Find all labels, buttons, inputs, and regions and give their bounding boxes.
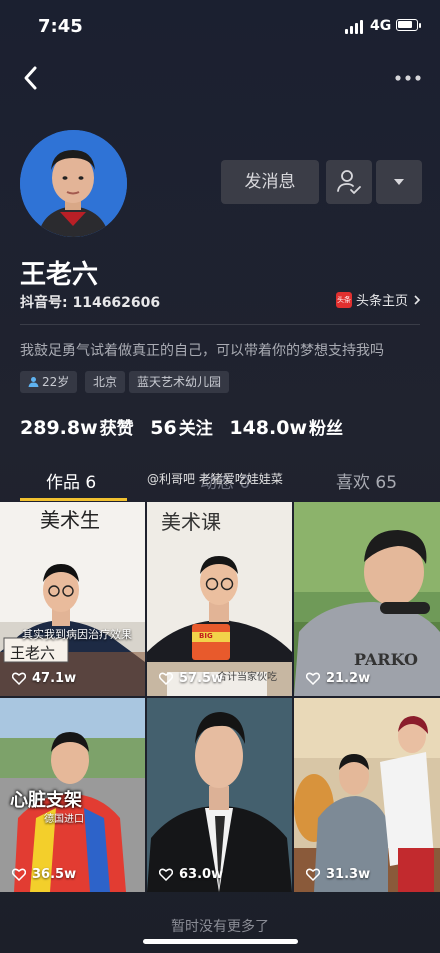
status-bar: 7:45 4G	[0, 0, 440, 54]
heart-icon	[12, 672, 26, 685]
video-likes: 47.1w	[12, 671, 76, 686]
video-likes-count: 57.5w	[179, 671, 224, 686]
likes-label: 获赞	[99, 419, 134, 439]
video-sub-caption: 德国进口	[44, 814, 84, 825]
noodle-cup-label: BIG	[199, 632, 213, 640]
video-thumbnail-1[interactable]: 美术生 其实我到病因治疗效果 王老六 47.1w	[0, 502, 145, 696]
video-thumbnail-4[interactable]: 心脏支架 德国进口 36.5w	[0, 698, 145, 892]
video-likes: 57.5w	[159, 671, 223, 686]
video-likes: 63.0w	[159, 867, 223, 882]
school-tag: 蓝天艺术幼儿园	[129, 371, 230, 393]
video-thumbnail-6[interactable]: 31.3w	[294, 698, 440, 892]
user-check-icon	[337, 170, 361, 194]
douyin-id: 抖音号: 114662606	[20, 295, 161, 311]
heart-icon	[306, 672, 320, 685]
more-options-icon[interactable]	[390, 66, 426, 90]
toutiao-homepage-link[interactable]: 头条 头条主页	[336, 290, 423, 309]
video-likes-count: 36.5w	[32, 867, 77, 882]
video-caption: 心脏支架	[10, 790, 82, 811]
video-caption: 其实我到病因治疗效果	[22, 628, 132, 641]
back-icon[interactable]	[16, 62, 48, 94]
status-time: 7:45	[38, 16, 83, 37]
video-thumbnail-3[interactable]: PARKO 21.2w	[294, 502, 440, 696]
send-message-button[interactable]: 发消息	[221, 160, 319, 204]
signal-icon	[345, 20, 365, 34]
battery-tip	[419, 23, 421, 28]
home-indicator[interactable]	[143, 939, 298, 944]
following-count[interactable]: 56	[150, 417, 176, 439]
video-thumbnail-5[interactable]: 63.0w	[147, 698, 292, 892]
video-caption: 合计当家伙吃	[217, 672, 277, 683]
board-text: 美术生	[40, 508, 100, 532]
chevron-right-icon	[414, 294, 421, 305]
battery-icon	[396, 19, 418, 31]
profile-name: 王老六	[20, 260, 99, 290]
tab-active-indicator	[20, 498, 127, 501]
toutiao-link-label: 头条主页	[356, 294, 409, 309]
divider	[20, 324, 420, 325]
follow-user-button[interactable]	[326, 160, 372, 204]
following-label[interactable]: 关注	[179, 419, 213, 439]
tab-works[interactable]: 作品 6	[46, 468, 96, 493]
video-likes: 31.3w	[306, 867, 370, 882]
network-type: 4G	[370, 18, 392, 34]
age-tag: 22岁	[20, 371, 78, 393]
person-icon	[28, 377, 39, 387]
triangle-down-icon	[394, 179, 404, 185]
video-thumbnail-2[interactable]: 美术课 BIG 合计当家伙吃 57.5w	[147, 502, 292, 696]
stats-row: 289.8w 获赞 56 关注 148.0w 粉丝	[20, 414, 353, 439]
heart-icon	[159, 672, 173, 685]
video-likes: 21.2w	[306, 671, 370, 686]
more-actions-dropdown-button[interactable]	[376, 160, 422, 204]
location-tag: 北京	[85, 371, 126, 393]
bio-text: 我鼓足勇气试着做真正的自己，可以带着你的梦想支持我吗	[20, 343, 384, 359]
shirt-text: PARKO	[354, 650, 418, 669]
fans-count[interactable]: 148.0w	[229, 417, 307, 439]
age-tag-label: 22岁	[42, 375, 70, 389]
video-likes-count: 47.1w	[32, 671, 77, 686]
heart-icon	[306, 868, 320, 881]
avatar[interactable]	[20, 130, 127, 237]
video-likes-count: 31.3w	[326, 867, 371, 882]
video-likes: 36.5w	[12, 867, 76, 882]
fans-label[interactable]: 粉丝	[309, 419, 343, 439]
video-likes-count: 21.2w	[326, 671, 371, 686]
tab-likes[interactable]: 喜欢 65	[336, 468, 397, 493]
watermark: @利哥吧 老猪爱吃娃娃菜	[147, 472, 283, 486]
heart-icon	[159, 868, 173, 881]
board-text: 美术课	[161, 510, 221, 534]
heart-icon	[12, 868, 26, 881]
no-more-content-text: 暂时没有更多了	[171, 919, 269, 935]
toutiao-icon: 头条	[336, 291, 352, 308]
video-likes-count: 63.0w	[179, 867, 224, 882]
likes-count: 289.8w	[20, 417, 98, 439]
name-plate: 王老六	[10, 644, 56, 662]
